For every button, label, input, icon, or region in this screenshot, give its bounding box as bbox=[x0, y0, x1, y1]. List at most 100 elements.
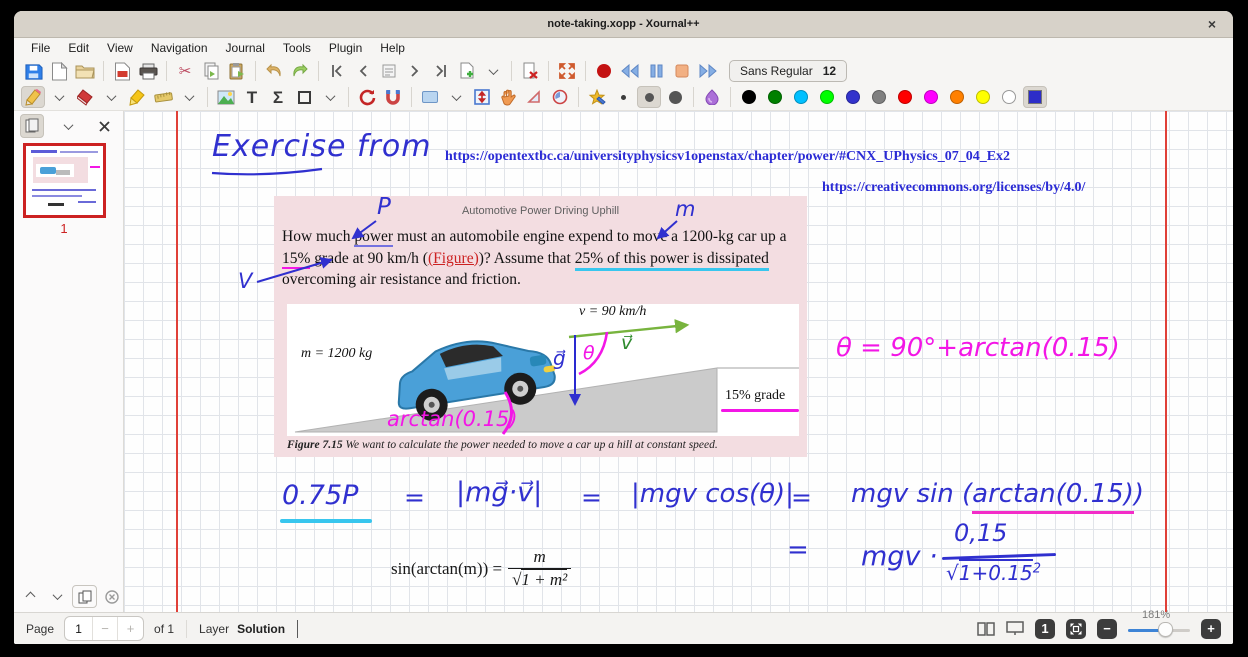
v-annotation: V bbox=[238, 269, 252, 293]
color-yellow[interactable] bbox=[971, 86, 995, 108]
thickness-medium-icon[interactable] bbox=[637, 86, 661, 108]
two-page-view-icon[interactable] bbox=[977, 622, 995, 636]
vertical-space-icon[interactable] bbox=[470, 86, 494, 108]
page-decrement-button[interactable]: − bbox=[93, 617, 118, 640]
pen-options-chevron-icon[interactable] bbox=[47, 86, 71, 108]
font-name: Sans Regular bbox=[740, 64, 813, 78]
sidebar-dropdown-chevron-icon[interactable] bbox=[56, 114, 80, 138]
audio-timer-icon[interactable] bbox=[548, 86, 572, 108]
copy-icon[interactable] bbox=[199, 60, 223, 82]
next-page-icon[interactable] bbox=[403, 60, 427, 82]
undo-icon[interactable] bbox=[262, 60, 286, 82]
last-page-icon[interactable] bbox=[429, 60, 453, 82]
print-icon[interactable] bbox=[136, 60, 160, 82]
figure-link[interactable]: (Figure) bbox=[428, 250, 479, 267]
eraser-options-chevron-icon[interactable] bbox=[99, 86, 123, 108]
color-black[interactable] bbox=[737, 86, 761, 108]
page-preview-tab[interactable] bbox=[20, 114, 44, 138]
shape-options-chevron-icon[interactable] bbox=[318, 86, 342, 108]
stop-icon[interactable] bbox=[670, 60, 694, 82]
color-blue[interactable] bbox=[841, 86, 865, 108]
ruler-options-chevron-icon[interactable] bbox=[177, 86, 201, 108]
rotation-snap-icon[interactable] bbox=[355, 86, 379, 108]
highlighter-tool-icon[interactable] bbox=[125, 86, 149, 108]
shape-tool-icon[interactable] bbox=[292, 86, 316, 108]
eraser-tool-icon[interactable] bbox=[73, 86, 97, 108]
select-options-chevron-icon[interactable] bbox=[444, 86, 468, 108]
text-tool-icon[interactable]: T bbox=[240, 86, 264, 108]
page-increment-button[interactable]: + bbox=[118, 617, 143, 640]
grid-snap-magnet-icon[interactable] bbox=[381, 86, 405, 108]
thickness-fine-icon[interactable] bbox=[611, 86, 635, 108]
pen-tool-icon[interactable] bbox=[21, 86, 45, 108]
select-region-icon[interactable] bbox=[418, 86, 442, 108]
menu-file[interactable]: File bbox=[22, 41, 59, 55]
page-menu-chevron-icon[interactable] bbox=[481, 60, 505, 82]
menu-journal[interactable]: Journal bbox=[217, 41, 274, 55]
page-thumbnail[interactable] bbox=[23, 143, 106, 218]
color-green[interactable] bbox=[763, 86, 787, 108]
fit-width-button[interactable] bbox=[1066, 619, 1086, 639]
open-icon[interactable] bbox=[73, 60, 97, 82]
previous-page-icon[interactable] bbox=[351, 60, 375, 82]
shape-recognizer-icon[interactable] bbox=[585, 86, 609, 108]
zoom-slider[interactable]: 181% bbox=[1128, 616, 1190, 642]
fit-page-button[interactable]: 1 bbox=[1035, 619, 1055, 639]
goto-page-icon[interactable] bbox=[377, 60, 401, 82]
menu-view[interactable]: View bbox=[98, 41, 142, 55]
record-audio-icon[interactable] bbox=[592, 60, 616, 82]
work-eq1: = bbox=[404, 483, 425, 512]
font-button[interactable]: Sans Regular 12 bbox=[729, 60, 847, 82]
image-tool-icon[interactable] bbox=[214, 86, 238, 108]
layer-selector[interactable]: Solution bbox=[237, 622, 285, 636]
cut-icon[interactable]: ✂ bbox=[173, 60, 197, 82]
color-red[interactable] bbox=[893, 86, 917, 108]
page-down-icon[interactable] bbox=[45, 585, 70, 608]
ruler-tool-icon[interactable] bbox=[151, 86, 175, 108]
v-vector-annotation: v⃗ bbox=[621, 332, 632, 354]
layer-chevron-icon[interactable] bbox=[297, 620, 298, 638]
cancel-icon[interactable] bbox=[99, 585, 124, 608]
sidebar-close-icon[interactable] bbox=[93, 114, 117, 138]
title-bar[interactable]: note-taking.xopp - Xournal++ × bbox=[14, 11, 1233, 38]
color-orange[interactable] bbox=[945, 86, 969, 108]
paste-icon[interactable] bbox=[225, 60, 249, 82]
menu-navigation[interactable]: Navigation bbox=[142, 41, 217, 55]
new-file-icon[interactable] bbox=[47, 60, 71, 82]
thumbnail-page-number: 1 bbox=[14, 221, 114, 236]
color-lightgreen[interactable] bbox=[815, 86, 839, 108]
document-canvas[interactable]: Exercise from https://opentextbc.ca/univ… bbox=[124, 111, 1233, 612]
rewind-icon[interactable] bbox=[618, 60, 642, 82]
fullscreen-icon[interactable] bbox=[555, 60, 579, 82]
color-white[interactable] bbox=[997, 86, 1021, 108]
add-page-icon[interactable] bbox=[455, 60, 479, 82]
color-magenta[interactable] bbox=[919, 86, 943, 108]
redo-icon[interactable] bbox=[288, 60, 312, 82]
color-lightblue[interactable] bbox=[789, 86, 813, 108]
thickness-thick-icon[interactable] bbox=[663, 86, 687, 108]
zoom-out-button[interactable]: − bbox=[1097, 619, 1117, 639]
menu-edit[interactable]: Edit bbox=[59, 41, 98, 55]
first-page-icon[interactable] bbox=[325, 60, 349, 82]
page-number-input[interactable]: 1 bbox=[65, 617, 93, 640]
fill-tool-icon[interactable] bbox=[700, 86, 724, 108]
hand-tool-icon[interactable] bbox=[496, 86, 520, 108]
fast-forward-icon[interactable] bbox=[696, 60, 720, 82]
menu-tools[interactable]: Tools bbox=[274, 41, 320, 55]
duplicate-page-icon[interactable] bbox=[72, 585, 97, 608]
play-object-icon[interactable] bbox=[522, 86, 546, 108]
close-button[interactable]: × bbox=[1203, 15, 1221, 33]
delete-page-icon[interactable] bbox=[518, 60, 542, 82]
page-up-icon[interactable] bbox=[18, 585, 43, 608]
color-gray[interactable] bbox=[867, 86, 891, 108]
pause-icon[interactable] bbox=[644, 60, 668, 82]
menu-plugin[interactable]: Plugin bbox=[320, 41, 371, 55]
color-chooser-current[interactable] bbox=[1023, 86, 1047, 108]
presentation-mode-icon[interactable] bbox=[1006, 621, 1024, 636]
menu-help[interactable]: Help bbox=[371, 41, 414, 55]
math-tex-tool-icon[interactable]: Σ bbox=[266, 86, 290, 108]
zoom-slider-thumb[interactable] bbox=[1158, 622, 1173, 637]
zoom-in-button[interactable]: + bbox=[1201, 619, 1221, 639]
export-pdf-icon[interactable] bbox=[110, 60, 134, 82]
save-icon[interactable] bbox=[21, 60, 45, 82]
